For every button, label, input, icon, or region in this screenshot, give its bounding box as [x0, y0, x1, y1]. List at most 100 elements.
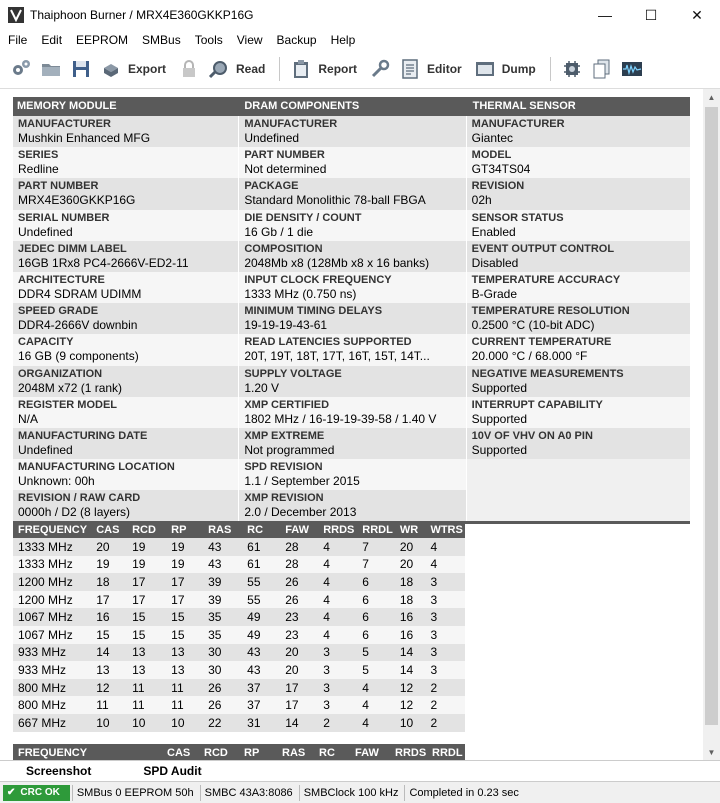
- timing-cell: 37: [242, 696, 281, 714]
- xmp-column-header: RRDL: [432, 746, 463, 759]
- menu-help[interactable]: Help: [324, 30, 363, 50]
- timing-cell: 26: [280, 590, 319, 609]
- dump-icon: [475, 62, 494, 76]
- tab-spd-audit[interactable]: SPD Audit: [117, 761, 227, 781]
- open-button[interactable]: [36, 54, 66, 84]
- thermal-sensor-field: EVENT OUTPUT CONTROL Disabled: [466, 240, 690, 272]
- xmp-column-header: RRDS: [395, 746, 427, 759]
- waveform-icon: [621, 62, 642, 76]
- app-icon: [8, 7, 24, 23]
- thermal-sensor-field: INTERRUPT CAPABILITY Supported: [466, 396, 690, 428]
- field-label: XMP REVISION: [244, 492, 324, 505]
- menu-file[interactable]: File: [1, 30, 34, 50]
- field-label: SERIAL NUMBER: [18, 211, 110, 224]
- document-icon: [402, 59, 418, 79]
- menu-backup[interactable]: Backup: [270, 30, 324, 50]
- export-button[interactable]: Export: [96, 54, 174, 84]
- timing-cell: 667 MHz: [13, 713, 92, 732]
- dram-components-field: READ LATENCIES SUPPORTED 20T, 19T, 18T, 1…: [239, 334, 466, 366]
- scroll-up-arrow[interactable]: ▲: [703, 89, 720, 106]
- close-button[interactable]: ✕: [674, 0, 720, 30]
- vertical-scrollbar[interactable]: ▲ ▼: [703, 89, 720, 760]
- dram-components-field: XMP EXTREME Not programmed: [239, 427, 466, 460]
- timing-cell: 22: [203, 713, 243, 732]
- memory-module-column: MANUFACTURER Mushkin Enhanced MFG SERIES Re…: [13, 116, 239, 522]
- field-value: 1.20 V: [244, 380, 280, 395]
- memory-module-field: MANUFACTURER Mushkin Enhanced MFG: [13, 116, 239, 148]
- timing-cell: 3: [425, 661, 465, 679]
- lock-button[interactable]: [174, 54, 204, 84]
- settings-button[interactable]: [6, 54, 36, 84]
- timing-cell: 1067 MHz: [13, 625, 92, 644]
- field-value: 2048Mb x8 (128Mb x8 x 16 banks): [244, 255, 430, 270]
- editor-button[interactable]: Editor: [395, 54, 470, 84]
- timing-cell: 17: [91, 590, 128, 609]
- timing-cell: 4: [425, 555, 465, 574]
- table-row: 800 MHz 12 11 11 26 37 17 3 4 12 2: [13, 678, 465, 697]
- minimize-button[interactable]: —: [582, 0, 628, 30]
- empty-area: [466, 459, 690, 522]
- timing-column-header: RAS: [203, 521, 243, 538]
- field-value: Supported: [471, 442, 528, 457]
- tab-screenshot[interactable]: Screenshot: [0, 760, 118, 781]
- timing-column-header: WR: [394, 521, 426, 538]
- menu-view[interactable]: View: [230, 30, 270, 50]
- dump-label: Dump: [501, 62, 536, 76]
- timing-cell: 28: [280, 555, 319, 574]
- field-value: 20.000 °C / 68.000 °F: [471, 349, 588, 364]
- spd-report-view[interactable]: MEMORY MODULE DRAM COMPONENTS THERMAL SE…: [0, 88, 720, 760]
- timing-cell: 23: [280, 625, 319, 644]
- folder-icon: [42, 64, 60, 76]
- field-value: 19-19-19-43-61: [244, 318, 328, 333]
- maximize-button[interactable]: ☐: [628, 0, 674, 30]
- timing-cell: 3: [425, 608, 465, 626]
- timing-cell: 16: [394, 608, 426, 626]
- timing-cell: 2: [425, 696, 465, 714]
- timing-cell: 933 MHz: [13, 643, 92, 662]
- timing-cell: 13: [127, 661, 167, 679]
- tools-button[interactable]: [365, 54, 395, 84]
- menu-eeprom[interactable]: EEPROM: [69, 30, 135, 50]
- dram-components-field: MINIMUM TIMING DELAYS 19-19-19-43-61: [239, 303, 466, 335]
- timing-column-header: RCD: [127, 521, 167, 538]
- memory-module-field: REVISION / RAW CARD 0000h / D2 (8 layers): [13, 490, 239, 522]
- thermal-sensor-field: REVISION 02h: [466, 178, 690, 210]
- field-value: Undefined: [18, 442, 73, 457]
- field-label: REVISION / RAW CARD: [18, 492, 141, 505]
- timing-cell: 10: [166, 713, 204, 732]
- xmp-column-header: FREQUENCY: [18, 746, 88, 759]
- copy-icon: [593, 59, 610, 79]
- timing-cell: 20: [394, 555, 426, 574]
- memory-module-field: SERIAL NUMBER Undefined: [13, 209, 239, 241]
- dram-components-field: COMPOSITION 2048Mb x8 (128Mb x8 x 16 bank…: [239, 240, 466, 272]
- timing-column-header: RP: [166, 521, 204, 538]
- field-label: TEMPERATURE ACCURACY: [471, 273, 621, 286]
- lock-icon: [183, 60, 196, 77]
- read-button[interactable]: Read: [204, 54, 273, 84]
- dram-components-header: DRAM COMPONENTS: [240, 97, 465, 116]
- dump-button[interactable]: Dump: [470, 54, 544, 84]
- scrollbar-thumb[interactable]: [705, 107, 718, 725]
- timing-column-header: CAS: [91, 521, 128, 538]
- waveform-button[interactable]: [617, 54, 647, 84]
- timing-column-header: RRDS: [318, 521, 358, 538]
- field-label: NEGATIVE MEASUREMENTS: [471, 367, 624, 380]
- chip-info-button[interactable]: [557, 54, 587, 84]
- menu-edit[interactable]: Edit: [34, 30, 69, 50]
- scroll-down-arrow[interactable]: ▼: [703, 744, 720, 760]
- dram-components-field: XMP REVISION 2.0 / December 2013: [239, 490, 466, 522]
- memory-module-field: CAPACITY 16 GB (9 components): [13, 334, 239, 366]
- timing-cell: 43: [242, 643, 281, 662]
- timing-cell: 13: [127, 643, 167, 662]
- save-button[interactable]: [66, 54, 96, 84]
- report-button[interactable]: Report: [286, 54, 365, 84]
- menu-smbus[interactable]: SMBus: [135, 30, 188, 50]
- copy-button[interactable]: [587, 54, 617, 84]
- timing-cell: 16: [394, 625, 426, 644]
- toolbar: Export Read Report Editor Dump: [0, 50, 720, 88]
- table-row: 1333 MHz 20 19 19 43 61 28 4 7 20 4: [13, 538, 465, 556]
- menu-tools[interactable]: Tools: [188, 30, 230, 50]
- field-value: 02h: [471, 193, 492, 208]
- timing-cell: 5: [357, 661, 395, 679]
- timing-cell: 31: [242, 713, 281, 732]
